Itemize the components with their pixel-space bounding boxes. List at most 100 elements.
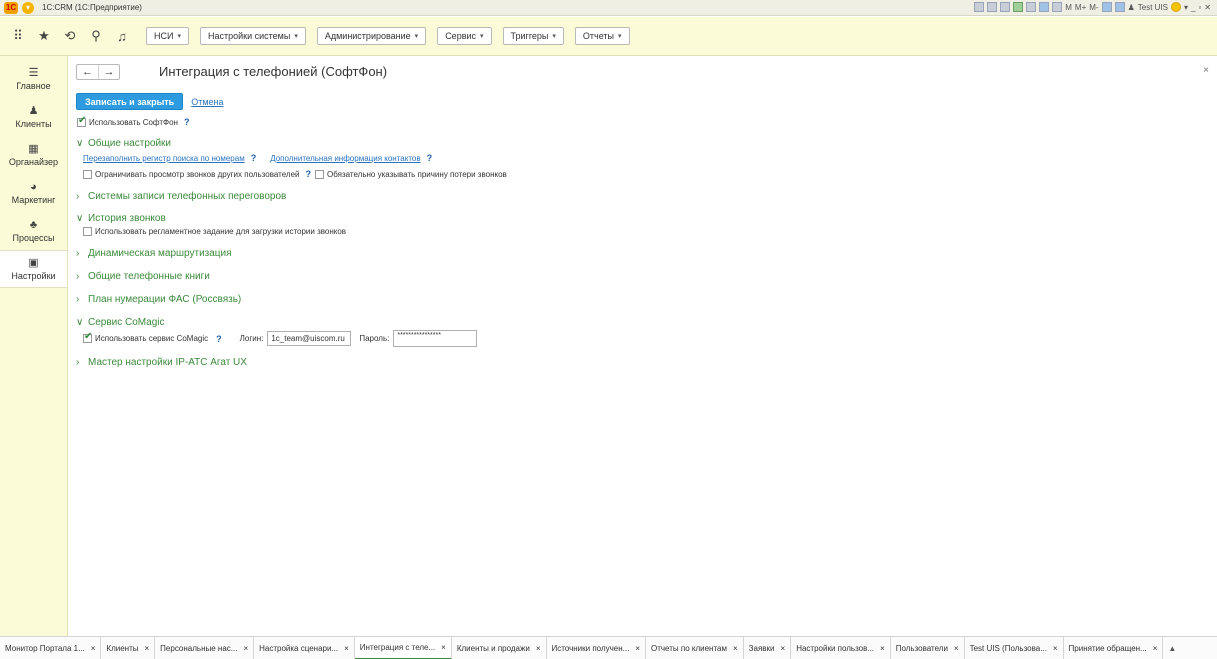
close-tab-icon[interactable]: × xyxy=(243,644,248,653)
login-field[interactable]: 1c_team@uiscom.ru xyxy=(267,331,352,346)
close-tab-icon[interactable]: × xyxy=(635,644,640,653)
refill-search-register-link[interactable]: Перезаполнить регистр поиска по номерам xyxy=(83,154,245,163)
memory-m-button[interactable]: M xyxy=(1065,3,1072,12)
close-tab-icon[interactable]: × xyxy=(1153,644,1158,653)
tab-requests[interactable]: Заявки × xyxy=(744,636,792,659)
link-icon[interactable] xyxy=(1026,2,1037,12)
dropdown-icon[interactable]: ▾ xyxy=(1184,3,1188,12)
tab-users[interactable]: Пользователи × xyxy=(891,636,965,659)
require-loss-reason-checkbox[interactable] xyxy=(314,169,324,179)
close-tab-icon[interactable]: × xyxy=(344,644,349,653)
close-tab-icon[interactable]: × xyxy=(145,644,150,653)
main-menu-icon[interactable]: ▾ xyxy=(22,1,34,14)
open-windows-tabbar: Монитор Портала 1... × Клиенты × Персональ… xyxy=(0,636,1217,659)
help-icon[interactable]: ? xyxy=(305,169,311,179)
memory-plus-button[interactable]: M+ xyxy=(1075,3,1086,12)
section-comagic[interactable]: ∨ Сервис CoMagic xyxy=(76,317,164,328)
search-icon[interactable] xyxy=(1101,2,1112,12)
user-name[interactable]: Test UIS xyxy=(1138,3,1168,12)
help-icon[interactable]: ? xyxy=(184,117,190,127)
scheduled-history-checkbox[interactable] xyxy=(83,227,92,236)
password-field[interactable]: **************** xyxy=(393,330,478,347)
favorites-star-icon[interactable]: ★ xyxy=(34,26,54,46)
window-title: 1С:CRM (1С:Предприятие) xyxy=(42,3,142,12)
nav-button-administration[interactable]: Администрирование ▾ xyxy=(316,27,427,45)
search-icon[interactable]: ⚲ xyxy=(86,26,106,46)
save-and-close-button[interactable]: Записать и закрыть xyxy=(76,93,184,110)
use-softphone-checkbox[interactable] xyxy=(77,115,86,127)
tab-clients-sales[interactable]: Клиенты и продажи × xyxy=(452,636,547,659)
sidebar-item-main[interactable]: ☰ Главное xyxy=(0,60,67,98)
chevron-right-icon: › xyxy=(76,191,80,202)
section-history[interactable]: ∨ История звонков xyxy=(76,213,166,224)
calendar-icon[interactable] xyxy=(1052,2,1063,12)
nav-button-nsi[interactable]: НСИ ▾ xyxy=(146,27,189,45)
close-tab-icon[interactable]: × xyxy=(733,644,738,653)
close-tab-icon[interactable]: × xyxy=(880,644,885,653)
tab-client-reports[interactable]: Отчеты по клиентам × xyxy=(646,636,744,659)
apps-grid-icon[interactable]: ⠿ xyxy=(8,26,28,46)
nav-button-service[interactable]: Сервис ▾ xyxy=(437,27,492,45)
section-phonebooks[interactable]: › Общие телефонные книги xyxy=(76,271,210,282)
info-icon[interactable] xyxy=(1170,2,1181,12)
section-title: История звонков xyxy=(88,213,166,224)
section-recording[interactable]: › Системы записи телефонных переговоров xyxy=(76,191,286,202)
titlebar-tools: M M+ M- ♟ Test UIS ▾ _ ▫ ✕ xyxy=(974,2,1211,12)
hierarchy-icon: ♣ xyxy=(29,219,38,231)
nav-button-triggers[interactable]: Триггеры ▾ xyxy=(502,27,564,45)
sidebar-item-organizer[interactable]: ▦ Органайзер xyxy=(0,136,67,174)
close-tab-icon[interactable]: × xyxy=(91,644,96,653)
sidebar-item-clients[interactable]: ♟ Клиенты xyxy=(0,98,67,136)
cancel-link[interactable]: Отмена xyxy=(191,97,223,107)
tab-accept-requests[interactable]: Принятие обращен... × xyxy=(1064,636,1164,659)
section-routing[interactable]: › Динамическая маршрутизация xyxy=(76,248,232,259)
tab-sources[interactable]: Источники получен... × xyxy=(547,636,646,659)
close-tab-icon[interactable]: × xyxy=(954,644,959,653)
preview-icon[interactable] xyxy=(1000,2,1011,12)
restore-icon[interactable]: ▫ xyxy=(1198,3,1201,12)
sidebar-item-settings[interactable]: ▣ Настройки xyxy=(0,250,67,288)
help-icon[interactable]: ? xyxy=(427,153,433,163)
tab-telephony-integration[interactable]: Интеграция с теле... × xyxy=(354,636,452,659)
tab-personal-settings[interactable]: Персональные нас... × xyxy=(155,636,255,659)
contacts-info-link[interactable]: Дополнительная информация контактов xyxy=(270,154,420,163)
tab-label: Настройка сценари... xyxy=(259,643,339,653)
help-icon[interactable]: ? xyxy=(216,334,222,344)
history-icon[interactable]: ⟲ xyxy=(60,26,80,46)
minimize-icon[interactable]: _ xyxy=(1191,3,1195,12)
forward-arrow-icon[interactable]: → xyxy=(98,65,119,79)
back-arrow-icon[interactable]: ← xyxy=(77,65,98,79)
memory-minus-button[interactable]: M- xyxy=(1089,3,1098,12)
close-tab-icon[interactable]: × xyxy=(441,643,446,652)
calculator-icon[interactable] xyxy=(1039,2,1050,12)
panels-icon[interactable] xyxy=(1114,2,1125,12)
sidebar-item-processes[interactable]: ♣ Процессы xyxy=(0,212,67,250)
tab-label: Интеграция с теле... xyxy=(359,642,436,652)
grid-icon[interactable] xyxy=(974,2,985,12)
tabs-scroll-up-icon[interactable]: ▲ xyxy=(1168,644,1176,653)
close-window-icon[interactable]: ✕ xyxy=(1204,3,1211,12)
tab-scenario-settings[interactable]: Настройка сценари... × xyxy=(254,636,355,659)
sidebar-item-marketing[interactable]: ◕ Маркетинг xyxy=(0,174,67,212)
section-general[interactable]: ∨ Общие настройки xyxy=(76,138,171,149)
tab-clients[interactable]: Клиенты × xyxy=(101,636,156,659)
scheduled-history-label: Использовать регламентное задание для за… xyxy=(95,227,347,236)
close-tab-icon[interactable]: × xyxy=(781,644,786,653)
nav-button-reports[interactable]: Отчеты ▾ xyxy=(574,27,630,45)
tab-portal-monitor[interactable]: Монитор Портала 1... × xyxy=(0,636,102,659)
section-numbering[interactable]: › План нумерации ФАС (Россвязь) xyxy=(76,294,241,305)
help-icon[interactable]: ? xyxy=(251,153,257,163)
bell-icon[interactable]: ♫ xyxy=(112,26,132,46)
nav-button-system-settings[interactable]: Настройки системы ▾ xyxy=(199,27,306,45)
save-icon[interactable] xyxy=(1013,2,1024,12)
tab-test-uis[interactable]: Test UIS (Пользова... × xyxy=(965,636,1064,659)
close-form-icon[interactable]: × xyxy=(1203,65,1209,76)
restrict-calls-checkbox[interactable] xyxy=(83,169,92,179)
close-tab-icon[interactable]: × xyxy=(536,644,541,653)
app-logo-icon: 1С xyxy=(4,1,18,14)
tab-user-settings[interactable]: Настройки пользов... × xyxy=(791,636,891,659)
use-comagic-checkbox[interactable] xyxy=(83,331,92,343)
close-tab-icon[interactable]: × xyxy=(1053,644,1058,653)
print-icon[interactable] xyxy=(987,2,998,12)
section-agat[interactable]: › Мастер настройки IP-АТС Агат UX xyxy=(76,357,247,368)
